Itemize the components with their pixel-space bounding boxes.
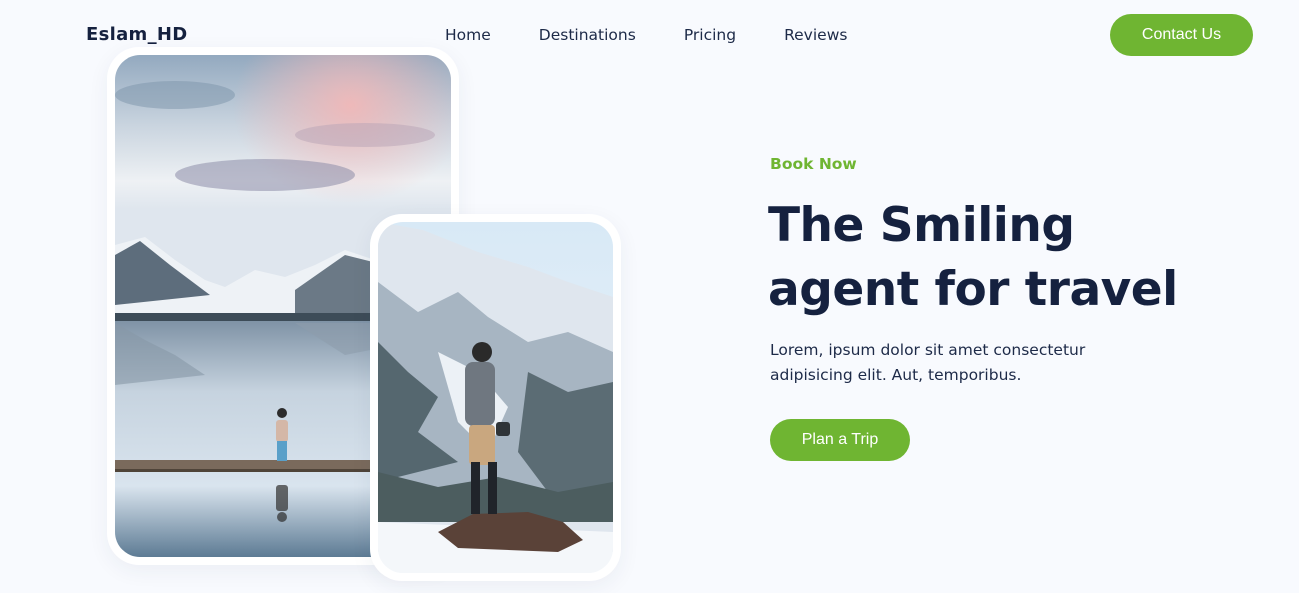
- hero-description: Lorem, ipsum dolor sit amet consectetur …: [770, 341, 1086, 384]
- main-nav: Home Destinations Pricing Reviews: [445, 26, 895, 44]
- landing-page: Eslam_HD Home Destinations Pricing Revie…: [0, 0, 1299, 593]
- nav-reviews-link[interactable]: Reviews: [784, 26, 847, 44]
- hero-title: The Smiling agent for travel: [768, 194, 1248, 322]
- nav-destinations-link[interactable]: Destinations: [539, 26, 636, 44]
- hero-title-line-2: agent for travel: [768, 262, 1178, 317]
- contact-us-button[interactable]: Contact Us: [1110, 14, 1253, 56]
- hiker-photo-card: [370, 214, 621, 581]
- book-now-label[interactable]: Book Now: [770, 155, 857, 173]
- nav-home-link[interactable]: Home: [445, 26, 491, 44]
- snowy-mountain-hiker-photo: [378, 222, 613, 573]
- nav-pricing-link[interactable]: Pricing: [684, 26, 736, 44]
- site-logo[interactable]: Eslam_HD: [86, 24, 188, 45]
- plan-trip-button[interactable]: Plan a Trip: [770, 419, 910, 461]
- hero-title-line-1: The Smiling: [768, 198, 1075, 253]
